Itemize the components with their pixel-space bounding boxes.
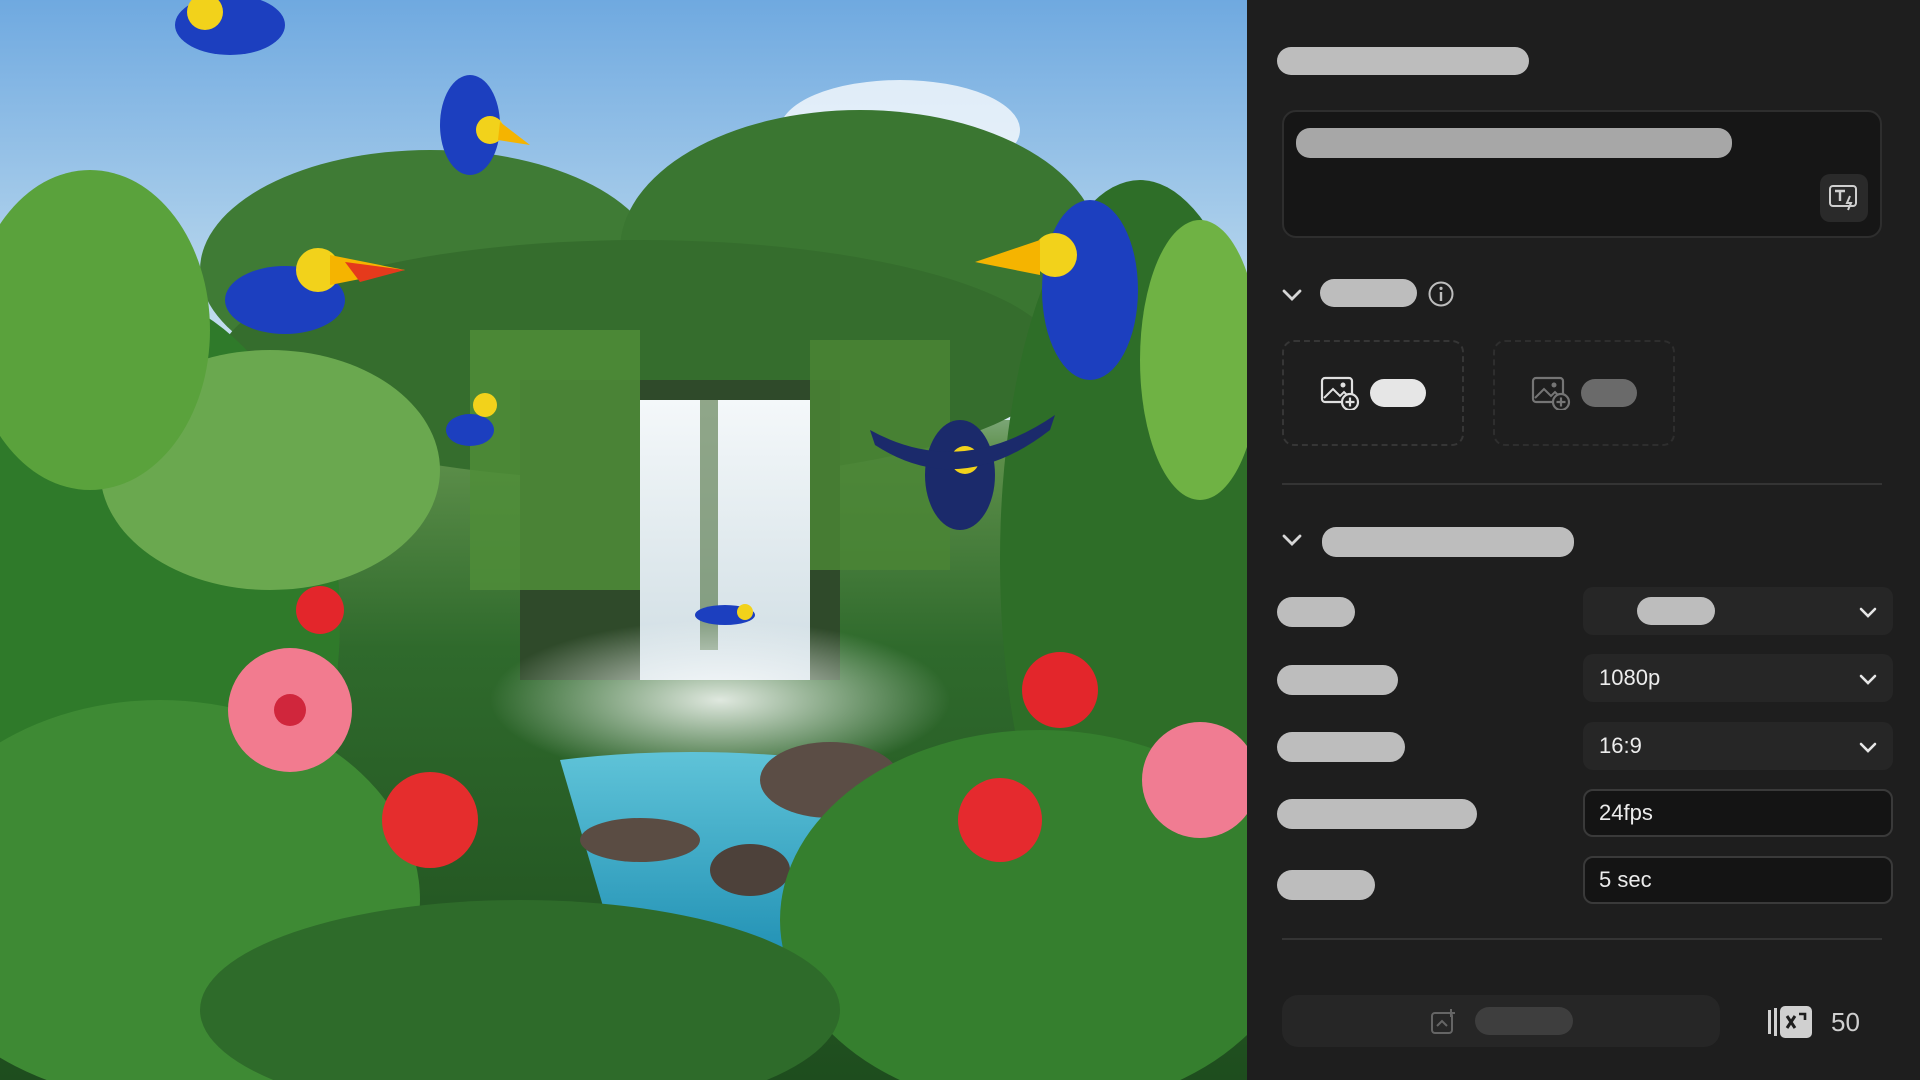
info-icon[interactable] xyxy=(1427,280,1455,308)
duration-value: 5 sec xyxy=(1599,867,1652,892)
generate-label xyxy=(1475,1007,1573,1035)
section-title-reference xyxy=(1320,279,1417,307)
credits-indicator: 50 xyxy=(1767,1006,1860,1038)
image-upload-slot-1[interactable] xyxy=(1282,340,1464,446)
setting-label-resolution xyxy=(1277,665,1398,695)
generated-image xyxy=(0,0,1247,1080)
credits-count: 50 xyxy=(1831,1006,1860,1037)
section-title-settings xyxy=(1322,527,1574,557)
frame-rate-value: 24fps xyxy=(1599,800,1653,825)
generate-button[interactable] xyxy=(1282,995,1720,1047)
footer-divider xyxy=(1282,938,1882,940)
image-upload-slot-2 xyxy=(1493,340,1675,446)
credits-icon xyxy=(1768,1006,1812,1038)
chevron-down-icon[interactable] xyxy=(1279,527,1305,553)
setting-label-duration xyxy=(1277,870,1375,900)
add-image-icon xyxy=(1531,376,1571,410)
chevron-down-icon[interactable] xyxy=(1279,282,1305,308)
aspect-ratio-value: 16:9 xyxy=(1599,733,1642,758)
section-divider xyxy=(1282,483,1882,485)
panel-title xyxy=(1277,47,1529,75)
chevron-down-icon xyxy=(1859,674,1877,685)
resolution-value: 1080p xyxy=(1599,665,1661,690)
settings-panel: 1080p 16:9 24fps 5 sec 50 xyxy=(1247,0,1920,1080)
text-style-button[interactable] xyxy=(1820,174,1868,222)
chevron-down-icon xyxy=(1859,742,1877,753)
upload-label xyxy=(1370,379,1426,407)
generate-icon xyxy=(1431,1009,1455,1034)
setting-label-aspect-ratio xyxy=(1277,732,1405,762)
chevron-down-icon xyxy=(1859,607,1877,618)
setting-label-1 xyxy=(1277,597,1355,627)
jungle-waterfall-image xyxy=(0,0,1247,1080)
text-style-icon xyxy=(1829,185,1857,211)
prompt-text xyxy=(1296,128,1732,158)
frame-rate-field[interactable]: 24fps xyxy=(1583,789,1893,837)
setting-label-frame-rate xyxy=(1277,799,1477,829)
resolution-select[interactable]: 1080p xyxy=(1583,654,1893,702)
setting-select-1-value xyxy=(1637,597,1715,625)
prompt-input[interactable] xyxy=(1282,110,1882,238)
duration-field[interactable]: 5 sec xyxy=(1583,856,1893,904)
add-image-icon xyxy=(1320,376,1360,410)
upload-label-disabled xyxy=(1581,379,1637,407)
setting-select-1[interactable] xyxy=(1583,587,1893,635)
aspect-ratio-select[interactable]: 16:9 xyxy=(1583,722,1893,770)
